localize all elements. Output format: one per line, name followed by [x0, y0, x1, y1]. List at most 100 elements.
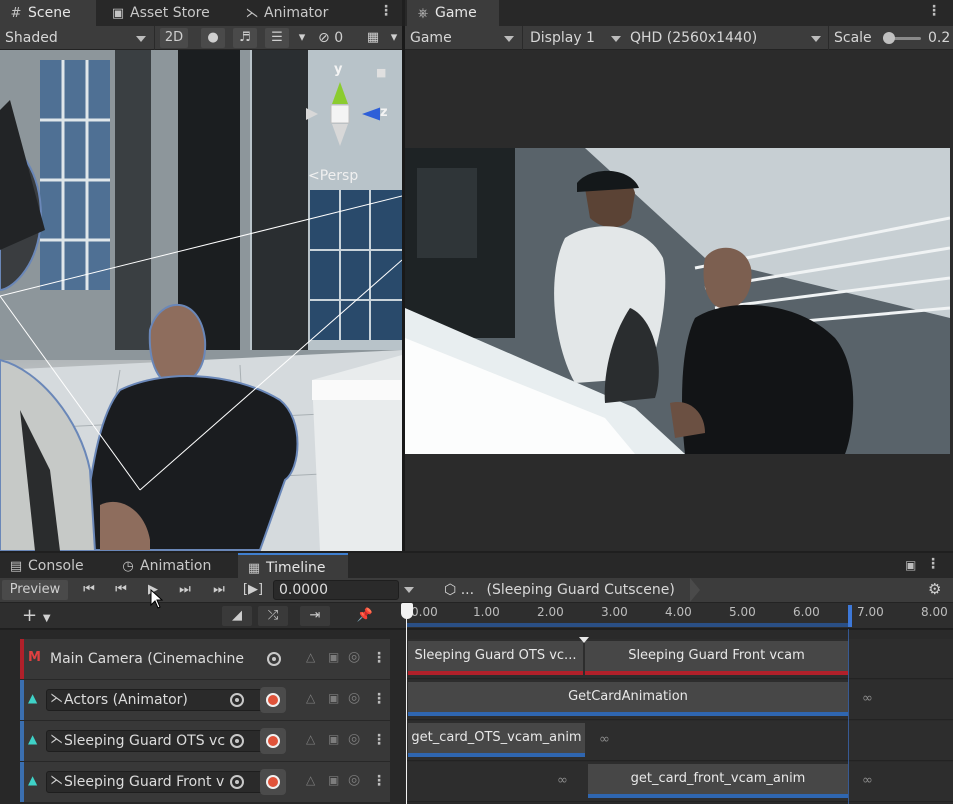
object-picker-icon[interactable] [230, 693, 244, 707]
shading-mode-dropdown[interactable]: Shaded [0, 26, 150, 50]
projection-toggle[interactable]: <Persp [308, 168, 358, 184]
mouse-cursor-icon [150, 589, 164, 609]
chevron-down-icon: ▼ [42, 613, 51, 624]
marker-icon[interactable]: 📌 [352, 606, 378, 626]
lighting-toggle-icon[interactable]: ● [201, 28, 225, 48]
track-sleeping-guard-ots[interactable]: ▲ ⋋ Sleeping Guard OTS vc △ ▣ ◎ ⋮ [20, 721, 390, 761]
timeline-breadcrumb[interactable]: ⬡ ... (Sleeping Guard Cutscene) [444, 578, 675, 603]
timeline-settings-icon[interactable]: ⚙ [928, 580, 941, 598]
preview-button[interactable]: Preview [2, 580, 68, 600]
playhead-line[interactable] [406, 618, 407, 804]
animation-track-icon: ▲ [28, 773, 38, 787]
clip-camera-ots[interactable]: Sleeping Guard OTS vc... [408, 641, 583, 675]
play-range-icon[interactable]: [▶] [240, 580, 266, 600]
eye-slash-icon: ⊘ [318, 30, 330, 46]
lane-main-camera: Sleeping Guard OTS vc... Sleeping Guard … [407, 637, 953, 679]
2d-toggle-button[interactable]: 2D [160, 28, 188, 48]
panel-lock-icon[interactable]: ▣ [905, 558, 916, 572]
clip-camera-front[interactable]: Sleeping Guard Front vcam [585, 641, 848, 675]
scene-viewport[interactable]: y z ■ <Persp [0, 50, 402, 551]
next-frame-icon[interactable]: ⏭ [172, 580, 198, 600]
scene-toolbar: Shaded 2D ● ♬ ☰ ▾ ⊘ 0 ▦ ▾ [0, 26, 402, 50]
ease-mode-icon[interactable]: ◢ [222, 606, 252, 626]
hidden-objects-count: 0 [334, 30, 344, 46]
time-ruler[interactable]: 0.00 1.00 2.00 3.00 4.00 5.00 6.00 7.00 … [401, 603, 953, 629]
display-value: Display 1 [530, 30, 595, 46]
audio-toggle-icon[interactable]: ♬ [233, 28, 257, 48]
track-sleeping-guard-front[interactable]: ▲ ⋋ Sleeping Guard Front v △ ▣ ◎ ⋮ [20, 762, 390, 802]
scene-tabbar: # Scene ▣ Asset Store ⋋ Animator ⋮ [0, 0, 402, 26]
track-menu-icon[interactable]: ⋮ [372, 691, 386, 707]
game-viewport[interactable] [405, 50, 953, 551]
eye-icon[interactable]: ◎ [348, 772, 360, 788]
playable-range [407, 623, 848, 627]
ruler-label: 0.00 [411, 605, 438, 619]
pin-icon[interactable]: △ [306, 732, 315, 746]
track-menu-icon[interactable]: ⋮ [372, 732, 386, 748]
scene-menu-icon[interactable]: ⋮ [379, 3, 393, 19]
pin-icon[interactable]: △ [306, 691, 315, 705]
scale-slider-thumb[interactable] [882, 32, 895, 44]
track-main-camera[interactable]: M Main Camera (Cinemachine △ ▣ ◎ ⋮ [20, 639, 390, 679]
clip-front-anim[interactable]: get_card_front_vcam_anim [588, 764, 848, 798]
record-button[interactable] [260, 687, 286, 713]
grid-snap-icon[interactable]: ▦ [362, 28, 384, 48]
tab-asset-store[interactable]: ▣ Asset Store [102, 0, 228, 26]
tab-game-label: Game [435, 5, 477, 21]
chevron-down-icon [136, 36, 146, 42]
tab-animation[interactable]: ◷ Animation [112, 553, 232, 579]
tab-game[interactable]: ⎈ Game [407, 0, 499, 26]
eye-icon[interactable]: ◎ [348, 731, 360, 747]
add-track-button[interactable]: + ▼ [22, 605, 62, 627]
track-menu-icon[interactable]: ⋮ [372, 773, 386, 789]
lock-icon[interactable]: ▣ [328, 691, 339, 705]
effects-toggle-icon[interactable]: ☰ [265, 28, 289, 48]
object-picker-icon[interactable] [230, 734, 244, 748]
tab-animator[interactable]: ⋋ Animator [236, 0, 366, 26]
pin-icon[interactable]: △ [306, 773, 315, 787]
time-field[interactable]: 0.0000 [273, 580, 399, 600]
previous-frame-icon[interactable]: ⏮ [108, 580, 134, 600]
track-name: Main Camera (Cinemachine [50, 651, 245, 667]
lock-icon[interactable]: ■ [376, 66, 386, 79]
effects-dropdown-icon[interactable]: ▾ [292, 28, 312, 48]
scale-label: Scale [834, 30, 872, 46]
tab-scene[interactable]: # Scene [0, 0, 96, 26]
orientation-gizmo[interactable] [300, 62, 380, 172]
ripple-mode-icon[interactable]: ⤮ [258, 606, 288, 626]
snap-mode-icon[interactable]: ⇥ [300, 606, 330, 626]
playhead-handle[interactable] [401, 603, 413, 619]
game-menu-icon[interactable]: ⋮ [927, 3, 941, 19]
lock-icon[interactable]: ▣ [328, 773, 339, 787]
bottom-menu-icon[interactable]: ⋮ [926, 556, 940, 572]
track-actors[interactable]: ▲ ⋋ Actors (Animator) △ ▣ ◎ ⋮ [20, 680, 390, 720]
go-to-end-icon[interactable]: ⏭ [204, 580, 234, 600]
lock-icon[interactable]: ▣ [328, 650, 339, 664]
divider [522, 26, 523, 50]
resolution-dropdown[interactable]: QHD (2560x1440) [625, 26, 825, 50]
clip-actors[interactable]: GetCardAnimation [408, 682, 848, 716]
eye-icon[interactable]: ◎ [348, 690, 360, 706]
hidden-objects-toggle[interactable]: ⊘ 0 [318, 28, 343, 48]
lock-icon[interactable]: ▣ [328, 732, 339, 746]
eye-icon[interactable]: ◎ [348, 649, 360, 665]
chevron-down-icon [611, 36, 621, 42]
game-view-dropdown[interactable]: Game [405, 26, 518, 50]
display-dropdown[interactable]: Display 1 [525, 26, 625, 50]
object-picker-icon[interactable] [230, 775, 244, 789]
pin-icon[interactable]: △ [306, 650, 315, 664]
track-menu-icon[interactable]: ⋮ [372, 650, 386, 666]
grid-dropdown-icon[interactable]: ▾ [388, 28, 400, 48]
object-picker-icon[interactable] [267, 652, 281, 666]
go-to-start-icon[interactable]: ⏮ [76, 580, 102, 600]
scale-slider[interactable] [882, 32, 921, 44]
clip-ots-anim[interactable]: get_card_OTS_vcam_anim [408, 723, 585, 757]
record-button[interactable] [260, 728, 286, 754]
tab-console[interactable]: ▤ Console [0, 553, 106, 579]
track-name: Sleeping Guard Front v [64, 774, 225, 790]
end-marker[interactable] [848, 605, 852, 627]
tab-timeline[interactable]: ▦ Timeline [238, 553, 348, 579]
record-button[interactable] [260, 769, 286, 795]
persp-label: Persp [319, 168, 359, 184]
time-format-dropdown-icon[interactable] [404, 587, 414, 593]
